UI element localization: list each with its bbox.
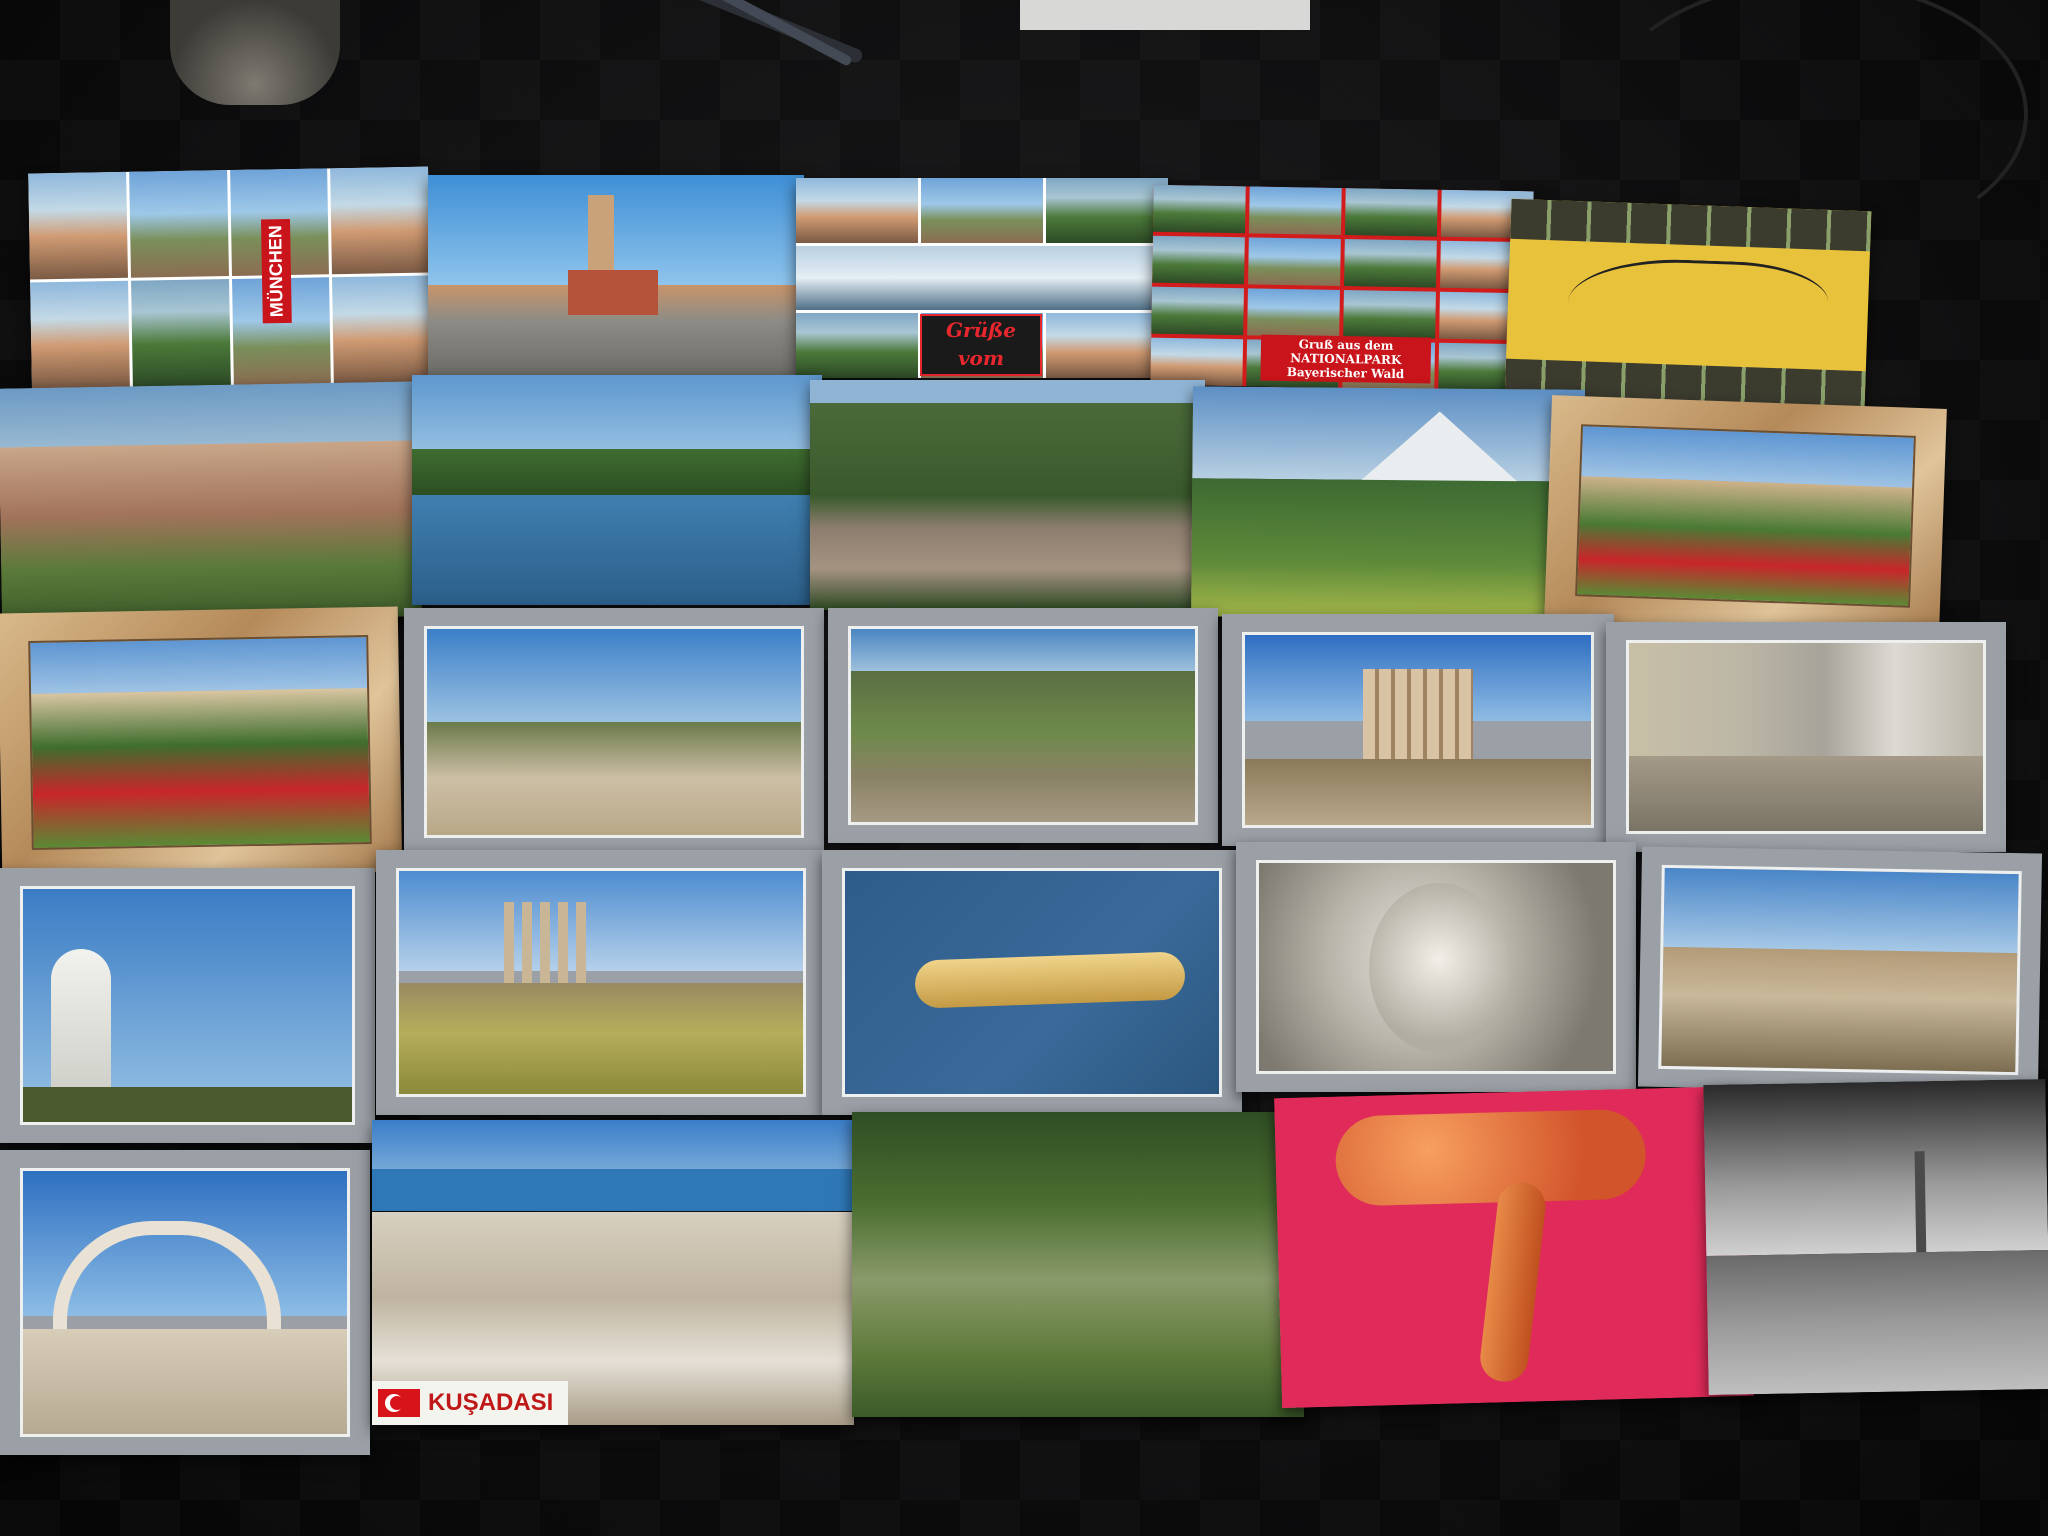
postcard-kusadasi: KUŞADASI: [372, 1120, 854, 1425]
postcard-framed-garden-1: [1544, 395, 1947, 637]
postcard-ancient-theatre-road: [1637, 846, 2043, 1094]
postcard-bw-square: [1703, 1079, 2048, 1395]
postcard-muenchen: MÜNCHEN: [28, 166, 432, 389]
postcard-rhein: Grüße vom Rhein: [796, 178, 1168, 378]
postcard-medusa-relief: [1236, 842, 1636, 1092]
postcard-ephesus-aerial: [852, 1112, 1304, 1417]
postcard-ephesus-columns: [404, 608, 824, 856]
kusadasi-banner: KUŞADASI: [372, 1381, 568, 1425]
muenchen-label: MÜNCHEN: [260, 218, 292, 324]
postcard-white-street: [1606, 622, 2006, 852]
postcard-map: [1504, 198, 1872, 412]
postcard-temple-ruins: [376, 850, 826, 1115]
postcard-alps: [1191, 386, 1585, 620]
postcard-town-square: [428, 175, 804, 375]
nationalpark-label: Gruß aus dem NATIONALPARK Bayerischer Wa…: [1260, 334, 1432, 384]
turkish-flag-icon: [378, 1389, 420, 1417]
postcard-angel-statue: [0, 868, 375, 1143]
postcard-framed-garden-2: [0, 606, 403, 879]
postcard-amphitheatre: [828, 608, 1218, 843]
kusadasi-label: KUŞADASI: [428, 1389, 554, 1416]
postcard-golden-figurine: [822, 850, 1242, 1115]
postcard-pink-figurine: [1274, 1085, 1754, 1409]
postcard-lake: [412, 375, 822, 605]
postcard-nationalpark: Gruß aus dem NATIONALPARK Bayerischer Wa…: [1150, 184, 1534, 392]
postcard-library-celsus: [1222, 614, 1614, 846]
paper-stack: [1020, 0, 1310, 30]
metal-cup: [170, 0, 340, 105]
postcard-hadrian-temple: [0, 1150, 370, 1455]
postcard-montserrat: [0, 381, 423, 624]
postcard-valley-town: [810, 380, 1205, 610]
rhein-label: Grüße vom Rhein: [920, 314, 1042, 378]
